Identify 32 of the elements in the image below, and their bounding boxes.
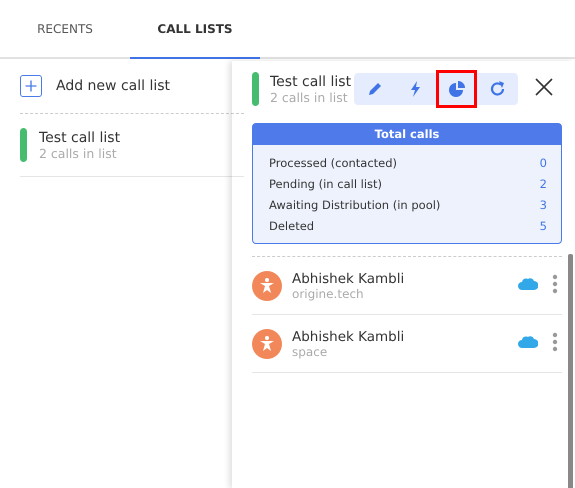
avatar-icon: [252, 270, 282, 300]
stat-label: Processed (contacted): [269, 156, 398, 170]
stat-label: Deleted: [269, 218, 314, 232]
pie-chart-button[interactable]: [436, 70, 477, 108]
pie-chart-icon: [448, 80, 466, 98]
avatar-icon: [252, 328, 282, 358]
contact-name[interactable]: Abhishek Kambli: [292, 328, 518, 344]
company-name: space: [292, 344, 328, 358]
refresh-icon: [488, 80, 506, 98]
scrollbar[interactable]: [568, 254, 573, 488]
cloud-icon: [518, 276, 538, 290]
stat-value: 3: [540, 198, 547, 212]
more-icon[interactable]: [552, 332, 558, 352]
tab[interactable]: CALL LISTS: [130, 0, 260, 59]
plus-icon[interactable]: [20, 75, 42, 97]
call-count: 2 calls in list: [39, 146, 118, 160]
tab[interactable]: RECENTS: [0, 0, 130, 59]
stat-value: 5: [540, 218, 547, 232]
call-count: 2 calls in list: [270, 90, 349, 104]
add-call-list-button[interactable]: Add new call list: [56, 78, 170, 94]
close-icon[interactable]: [534, 77, 554, 97]
stat-value: 0: [540, 156, 547, 170]
stat-label: Awaiting Distribution (in pool): [269, 198, 440, 212]
card-title: Total calls: [253, 124, 561, 145]
stat-value: 2: [540, 176, 547, 190]
company-name: origine.tech: [292, 286, 365, 300]
cloud-icon: [518, 334, 538, 348]
contact-name[interactable]: Abhishek Kambli: [292, 270, 518, 286]
stat-label: Pending (in call list): [269, 176, 382, 190]
more-icon[interactable]: [552, 274, 558, 294]
list-title: Test call list: [270, 74, 352, 90]
call-list-name[interactable]: Test call list: [39, 130, 120, 146]
